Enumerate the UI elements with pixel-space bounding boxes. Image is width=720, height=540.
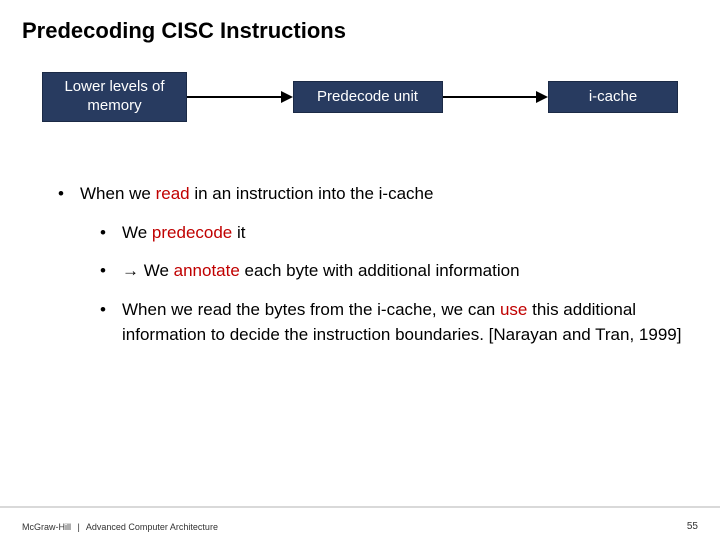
box-lower-memory: Lower levels of memory [42, 72, 187, 122]
text: When we [80, 184, 156, 203]
publisher: McGraw-Hill [22, 522, 71, 532]
text-highlight: annotate [174, 261, 240, 280]
arrow-2 [443, 91, 549, 103]
text-highlight: predecode [152, 223, 232, 242]
text: it [232, 223, 245, 242]
text: each byte with additional information [240, 261, 520, 280]
text: in an instruction into the i-cache [190, 184, 434, 203]
box-i-cache: i-cache [548, 81, 678, 113]
slide: Predecoding CISC Instructions Lower leve… [0, 0, 720, 540]
list-item: When we read in an instruction into the … [58, 182, 698, 347]
page-number: 55 [687, 521, 698, 532]
arrow-glyph: → [122, 261, 139, 280]
bullet-list: When we read in an instruction into the … [58, 182, 698, 347]
list-item: → We annotate each byte with additional … [100, 259, 698, 284]
page-title: Predecoding CISC Instructions [22, 18, 698, 44]
book-title: Advanced Computer Architecture [86, 522, 218, 532]
footer-left: McGraw-Hill | Advanced Computer Architec… [22, 522, 218, 532]
text-highlight: use [500, 300, 527, 319]
pipeline-diagram: Lower levels of memory Predecode unit i-… [42, 72, 678, 122]
arrow-1 [187, 91, 293, 103]
list-item: We predecode it [100, 221, 698, 246]
list-item: When we read the bytes from the i-cache,… [100, 298, 698, 347]
arrow-line [443, 96, 537, 98]
arrow-line [187, 96, 281, 98]
arrow-right-icon [536, 91, 548, 103]
text: We [122, 223, 152, 242]
text-highlight: read [156, 184, 190, 203]
text: When we read the bytes from the i-cache,… [122, 300, 500, 319]
text: We [139, 261, 174, 280]
separator: | [78, 522, 80, 532]
box-predecode-unit: Predecode unit [293, 81, 443, 113]
arrow-right-icon [281, 91, 293, 103]
footer-accent-bar [0, 506, 720, 512]
